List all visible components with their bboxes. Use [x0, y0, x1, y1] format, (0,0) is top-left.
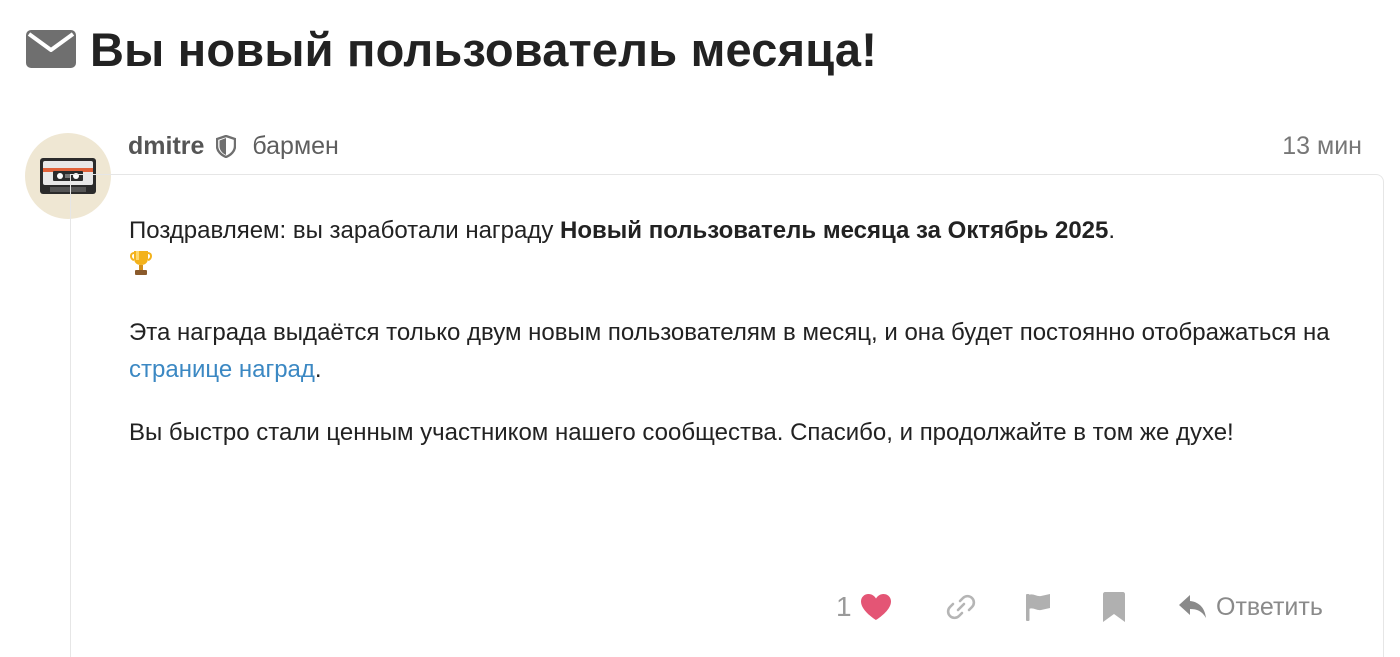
post-body: Поздравляем: вы заработали награду Новый…: [129, 212, 1344, 477]
post-date[interactable]: 13 мин: [1282, 128, 1362, 164]
badges-page-link[interactable]: странице наград: [129, 356, 315, 383]
topic-title[interactable]: Вы новый пользователь месяца!: [90, 22, 877, 77]
username[interactable]: dmitre: [128, 132, 204, 161]
paragraph-text: Эта награда выдаётся только двум новым п…: [129, 319, 1330, 347]
post-actions: 1 Ответить: [0, 584, 1400, 630]
bookmark-icon: [1103, 592, 1125, 622]
paragraph-text: .: [1108, 217, 1116, 244]
post-paragraph: Поздравляем: вы заработали награду Новый…: [129, 212, 1344, 288]
shield-icon: [216, 134, 238, 158]
reply-icon: [1179, 595, 1206, 618]
badge-name: Новый пользователь месяца за Октябрь 202…: [560, 217, 1109, 244]
flag-button[interactable]: [1024, 584, 1052, 630]
bookmark-button[interactable]: [1102, 584, 1126, 630]
topic-page: Вы новый пользователь месяца! dmitre бар…: [0, 0, 1400, 657]
like-count[interactable]: 1: [836, 591, 852, 623]
user-title: бармен: [252, 131, 339, 160]
post-meta: dmitre бармен: [128, 128, 339, 164]
envelope-icon: [26, 30, 76, 68]
reply-label[interactable]: Ответить: [1216, 593, 1323, 622]
flag-icon: [1026, 594, 1050, 621]
like-button[interactable]: 1: [836, 584, 892, 630]
paragraph-text: .: [314, 356, 322, 384]
paragraph-text: Поздравляем: вы заработали награду: [129, 217, 561, 244]
copy-link-button[interactable]: [945, 584, 977, 630]
heart-icon[interactable]: [860, 593, 892, 621]
trophy-icon: [129, 249, 153, 288]
topic-header: Вы новый пользователь месяца!: [26, 14, 877, 84]
post-paragraph: Эта награда выдаётся только двум новым п…: [129, 314, 1344, 388]
link-icon: [946, 594, 976, 620]
reply-button[interactable]: Ответить: [1178, 584, 1323, 630]
post-paragraph: Вы быстро стали ценным участником нашего…: [129, 419, 1234, 447]
